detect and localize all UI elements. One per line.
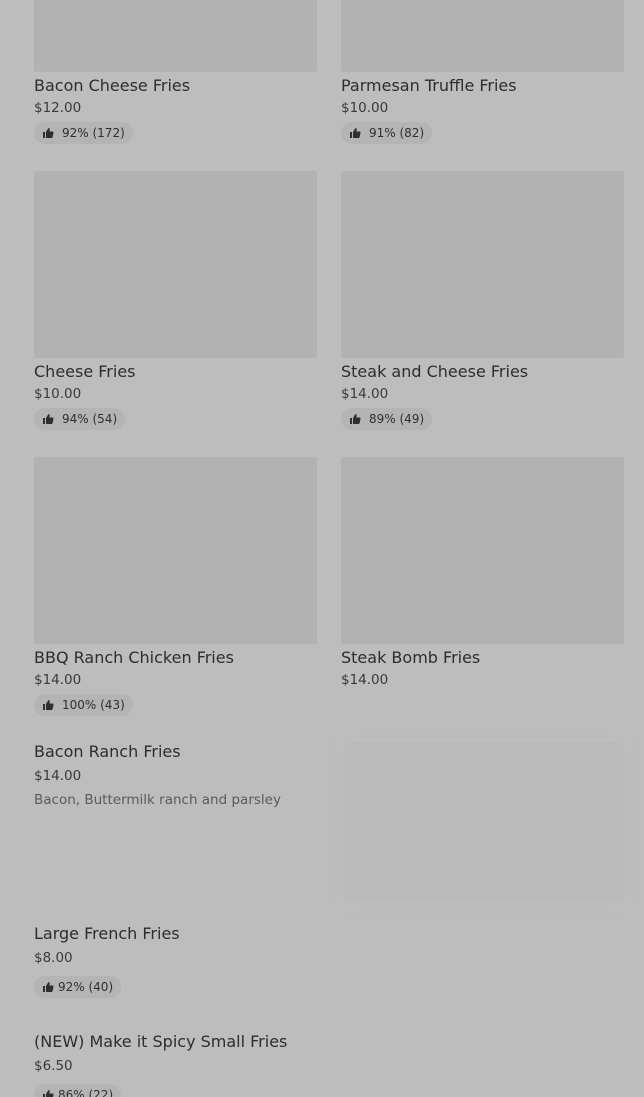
item-price: $14.00: [341, 386, 389, 402]
menu-item-card[interactable]: Steak and Cheese Fries $14.00 89% (49): [341, 171, 624, 430]
item-price: $6.50: [34, 1058, 73, 1074]
item-name: BBQ Ranch Chicken Fries: [34, 648, 234, 667]
item-price: $8.00: [34, 950, 73, 966]
thumbs-up-icon: [42, 699, 54, 711]
menu-items-page: Bacon Cheese Fries $12.00 92% (172) Parm…: [0, 0, 644, 1097]
rating-text: 92% (40): [58, 980, 114, 994]
item-name: Bacon Cheese Fries: [34, 76, 191, 95]
rating-text: 94% (54): [62, 412, 118, 426]
item-price: $14.00: [341, 672, 389, 688]
rating-text: 92% (172): [62, 126, 125, 140]
item-text: Bacon Ranch Fries $14.00 Bacon, Buttermi…: [34, 742, 334, 809]
item-description: Bacon, Buttermilk ranch and parsley: [34, 792, 281, 808]
rating-badge: 89% (49): [341, 408, 433, 430]
item-name: Steak and Cheese Fries: [341, 362, 529, 381]
rating-text: 91% (82): [369, 126, 425, 140]
item-name: Large French Fries: [34, 924, 180, 943]
thumbs-up-icon: [349, 413, 361, 425]
item-image: [34, 171, 317, 358]
rating-text: 89% (49): [369, 412, 425, 426]
menu-item-card[interactable]: Steak Bomb Fries $14.00: [341, 457, 624, 689]
rating-badge: 91% (82): [341, 122, 433, 144]
rating-badge: 86% (22): [34, 1084, 122, 1097]
rating-badge: 100% (43): [34, 694, 133, 716]
thumbs-up-icon: [42, 413, 54, 425]
thumbs-up-icon: [349, 127, 361, 139]
thumbs-up-icon: [42, 1089, 54, 1097]
rating-badge: 92% (40): [34, 976, 122, 998]
item-price: $14.00: [34, 672, 82, 688]
item-name: Steak Bomb Fries: [341, 648, 481, 667]
menu-item-row[interactable]: (NEW) Make it Spicy Small Fries $6.50 86…: [34, 1032, 624, 1097]
item-image: [34, 0, 317, 72]
item-image: [341, 171, 624, 358]
item-image: [344, 742, 624, 902]
rating-text: 86% (22): [58, 1088, 114, 1097]
item-price: $10.00: [34, 386, 82, 402]
item-image: [34, 457, 317, 644]
thumbs-up-icon: [42, 127, 54, 139]
menu-item-card[interactable]: Bacon Cheese Fries $12.00 92% (172): [34, 0, 317, 144]
thumbs-up-icon: [42, 981, 54, 993]
menu-item-row[interactable]: Bacon Ranch Fries $14.00 Bacon, Buttermi…: [34, 742, 624, 902]
item-name: Bacon Ranch Fries: [34, 742, 181, 761]
rating-badge: 94% (54): [34, 408, 126, 430]
item-price: $12.00: [34, 100, 82, 116]
item-image: [341, 0, 624, 72]
item-price: $14.00: [34, 768, 82, 784]
menu-item-row[interactable]: Large French Fries $8.00 92% (40): [34, 924, 624, 998]
menu-item-card[interactable]: Parmesan Truffle Fries $10.00 91% (82): [341, 0, 624, 144]
rating-text: 100% (43): [62, 698, 125, 712]
menu-item-card[interactable]: BBQ Ranch Chicken Fries $14.00 100% (43): [34, 457, 317, 716]
item-price: $10.00: [341, 100, 389, 116]
item-name: Parmesan Truffle Fries: [341, 76, 517, 95]
item-image: [341, 457, 624, 644]
item-name: (NEW) Make it Spicy Small Fries: [34, 1032, 288, 1051]
item-name: Cheese Fries: [34, 362, 136, 381]
menu-item-card[interactable]: Cheese Fries $10.00 94% (54): [34, 171, 317, 430]
rating-badge: 92% (172): [34, 122, 133, 144]
